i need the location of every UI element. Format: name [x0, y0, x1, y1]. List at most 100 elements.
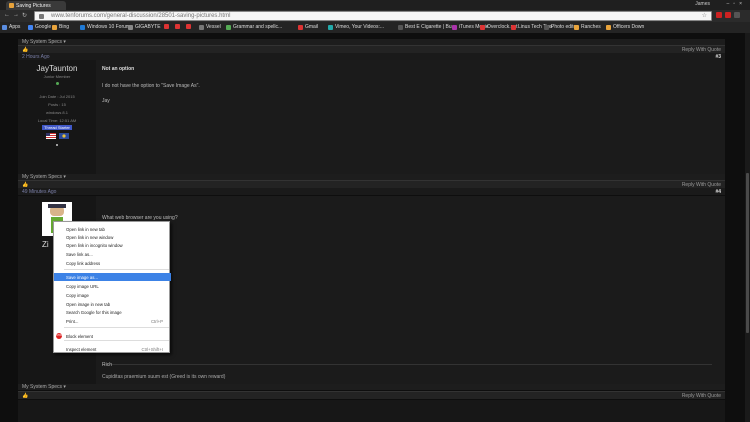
- bookmark-item[interactable]: Ranches: [574, 24, 601, 30]
- browser-tab[interactable]: Saving Pictures: [6, 1, 66, 10]
- join-date: Join Date : Jul 2015: [39, 94, 75, 99]
- post-body: Not an option I do not have the option t…: [96, 60, 725, 174]
- menu-separator: [64, 327, 169, 328]
- extension-icon-2[interactable]: [725, 12, 731, 18]
- bookmark-item[interactable]: Google: [28, 24, 51, 30]
- menu-item-label: Search Google for this image: [66, 310, 122, 315]
- window-controls[interactable]: –▫×: [727, 1, 746, 7]
- extension-icon[interactable]: [716, 12, 722, 18]
- context-menu-item[interactable]: Print... Ctrl+P: [54, 317, 171, 325]
- menu-item-label: Copy image URL: [66, 284, 99, 289]
- context-menu-item[interactable]: Save image as...: [54, 273, 171, 281]
- post-date: 49 Minutes Ago: [22, 189, 57, 195]
- bookmark-item[interactable]: GIGABYTE: [128, 24, 161, 30]
- bookmark-favicon-icon: [199, 24, 204, 30]
- post-text: I do not have the option to "Save Image …: [102, 83, 200, 89]
- bookmark-favicon-icon: [2, 24, 7, 30]
- bookmark-label: Best E Cigarette | Bu...: [405, 24, 456, 30]
- context-menu-item[interactable]: Copy image URL: [54, 282, 171, 290]
- post-actions-bar: 👍 Reply With Quote: [18, 391, 725, 399]
- state-flag-icon: [58, 133, 69, 139]
- context-menu-item[interactable]: Open image in new tab: [54, 300, 171, 308]
- bookmark-item[interactable]: Apps: [2, 24, 20, 30]
- bookmark-item[interactable]: Officers Down: [606, 24, 644, 30]
- bookmark-favicon-icon: [452, 24, 457, 30]
- bookmark-favicon-icon: [52, 24, 57, 30]
- profile-name[interactable]: James: [695, 1, 710, 7]
- bookmark-favicon-icon: [226, 24, 231, 30]
- bookmark-item[interactable]: Vimeo, Your Videos:...: [328, 24, 384, 30]
- reply-with-quote[interactable]: Reply With Quote: [682, 393, 721, 399]
- post-actions-bar: 👍 Reply With Quote: [18, 45, 725, 53]
- bookmark-item[interactable]: Vessel: [199, 24, 221, 30]
- menu-item-label: Open link in incognito window: [66, 243, 123, 248]
- post-title: Not an option: [102, 66, 135, 72]
- bookmark-label: Officers Down: [613, 24, 645, 30]
- context-menu-item[interactable]: Save link as...: [54, 250, 171, 258]
- menu-item-label: Open image in new tab: [66, 302, 111, 307]
- menu-item-label: Open link in new tab: [66, 227, 105, 232]
- user-panel: JayTaunton Junior Member Join Date : Jul…: [18, 60, 96, 174]
- us-flag-icon: [45, 133, 56, 139]
- bookmark-item[interactable]: Windows 10 Forums: [80, 24, 133, 30]
- bookmark-item[interactable]: Bing: [52, 24, 69, 30]
- user-rank: Junior Member: [43, 74, 71, 79]
- user-os: windows 8.1: [45, 110, 68, 115]
- post-body: What web browser are you using? Rich Cup…: [96, 196, 725, 384]
- bookmark-label: Vimeo, Your Videos:...: [335, 24, 385, 30]
- context-menu-item[interactable]: Copy link address: [54, 259, 171, 267]
- context-menu-item[interactable]: Copy image: [54, 291, 171, 299]
- post-number[interactable]: #4: [715, 189, 721, 195]
- post-actions-bar: 👍 Reply With Quote: [18, 180, 725, 188]
- bookmark-item[interactable]: Grammar and spellc...: [226, 24, 282, 30]
- reload-icon[interactable]: ↻: [22, 12, 27, 19]
- context-menu-item[interactable]: Open link in new window: [54, 233, 171, 241]
- menu-item-label: Open link in new window: [66, 235, 114, 240]
- forward-icon[interactable]: →: [13, 12, 19, 18]
- bookmark-favicon-icon: [164, 24, 169, 29]
- bookmark-item[interactable]: Photo editor: [544, 24, 578, 30]
- bookmark-label: Windows 10 Forums: [87, 24, 133, 30]
- context-menu-item[interactable]: Open link in incognito window: [54, 241, 171, 249]
- bookmark-item[interactable]: [175, 24, 182, 29]
- bookmark-item[interactable]: [186, 24, 193, 29]
- bookmark-favicon-icon: [544, 24, 549, 30]
- back-icon[interactable]: ←: [4, 12, 10, 18]
- username[interactable]: JayTaunton: [18, 64, 96, 73]
- address-bar[interactable]: www.tenforums.com/general-discussion/285…: [34, 11, 712, 21]
- menu-icon[interactable]: [734, 12, 740, 18]
- context-menu-item[interactable]: STOP Block element: [54, 332, 171, 340]
- specs-label: My System Specs: [22, 384, 63, 390]
- menu-item-label: Print...: [66, 319, 79, 324]
- post-date-bar: 49 Minutes Ago #4: [18, 188, 725, 195]
- post-text: What web browser are you using?: [102, 215, 178, 221]
- context-menu-item[interactable]: Inspect element Ctrl+Shift+I: [54, 345, 171, 353]
- bookmark-favicon-icon: [606, 24, 611, 30]
- scrollbar-thumb[interactable]: [746, 173, 749, 333]
- bookmark-favicon-icon: [186, 24, 191, 29]
- bookmark-favicon-icon: [480, 24, 485, 30]
- bookmark-favicon-icon: [574, 24, 579, 30]
- bullet-icon: [56, 144, 58, 146]
- toolbar: ← → ↻ www.tenforums.com/general-discussi…: [0, 10, 750, 22]
- favicon-icon: [9, 3, 14, 8]
- star-icon[interactable]: ☆: [702, 12, 707, 19]
- bookmark-item[interactable]: Best E Cigarette | Bu...: [398, 24, 456, 30]
- menu-item-label: Copy link address: [66, 261, 101, 266]
- bookmark-favicon-icon: [398, 24, 403, 30]
- bookmark-item[interactable]: Gmail: [298, 24, 318, 30]
- scrollbar[interactable]: [745, 33, 750, 422]
- thread-starter-badge: Thread Starter: [42, 125, 72, 130]
- context-menu-item[interactable]: Search Google for this image: [54, 308, 171, 316]
- thumb-icon[interactable]: 👍: [22, 393, 28, 399]
- bookmark-favicon-icon: [28, 24, 33, 30]
- menu-item-label: Save image as...: [66, 275, 99, 280]
- bookmark-item[interactable]: [164, 24, 171, 29]
- menu-item-label: Save link as...: [66, 252, 93, 257]
- post-signature: Rich: [102, 362, 113, 368]
- bookmark-label: Apps: [9, 24, 21, 30]
- context-menu-item[interactable]: Open link in new tab: [54, 225, 171, 233]
- bookmark-favicon-icon: [80, 24, 85, 30]
- bookmark-favicon-icon: [511, 24, 516, 30]
- system-specs-bar[interactable]: My System Specs ▾: [18, 384, 725, 390]
